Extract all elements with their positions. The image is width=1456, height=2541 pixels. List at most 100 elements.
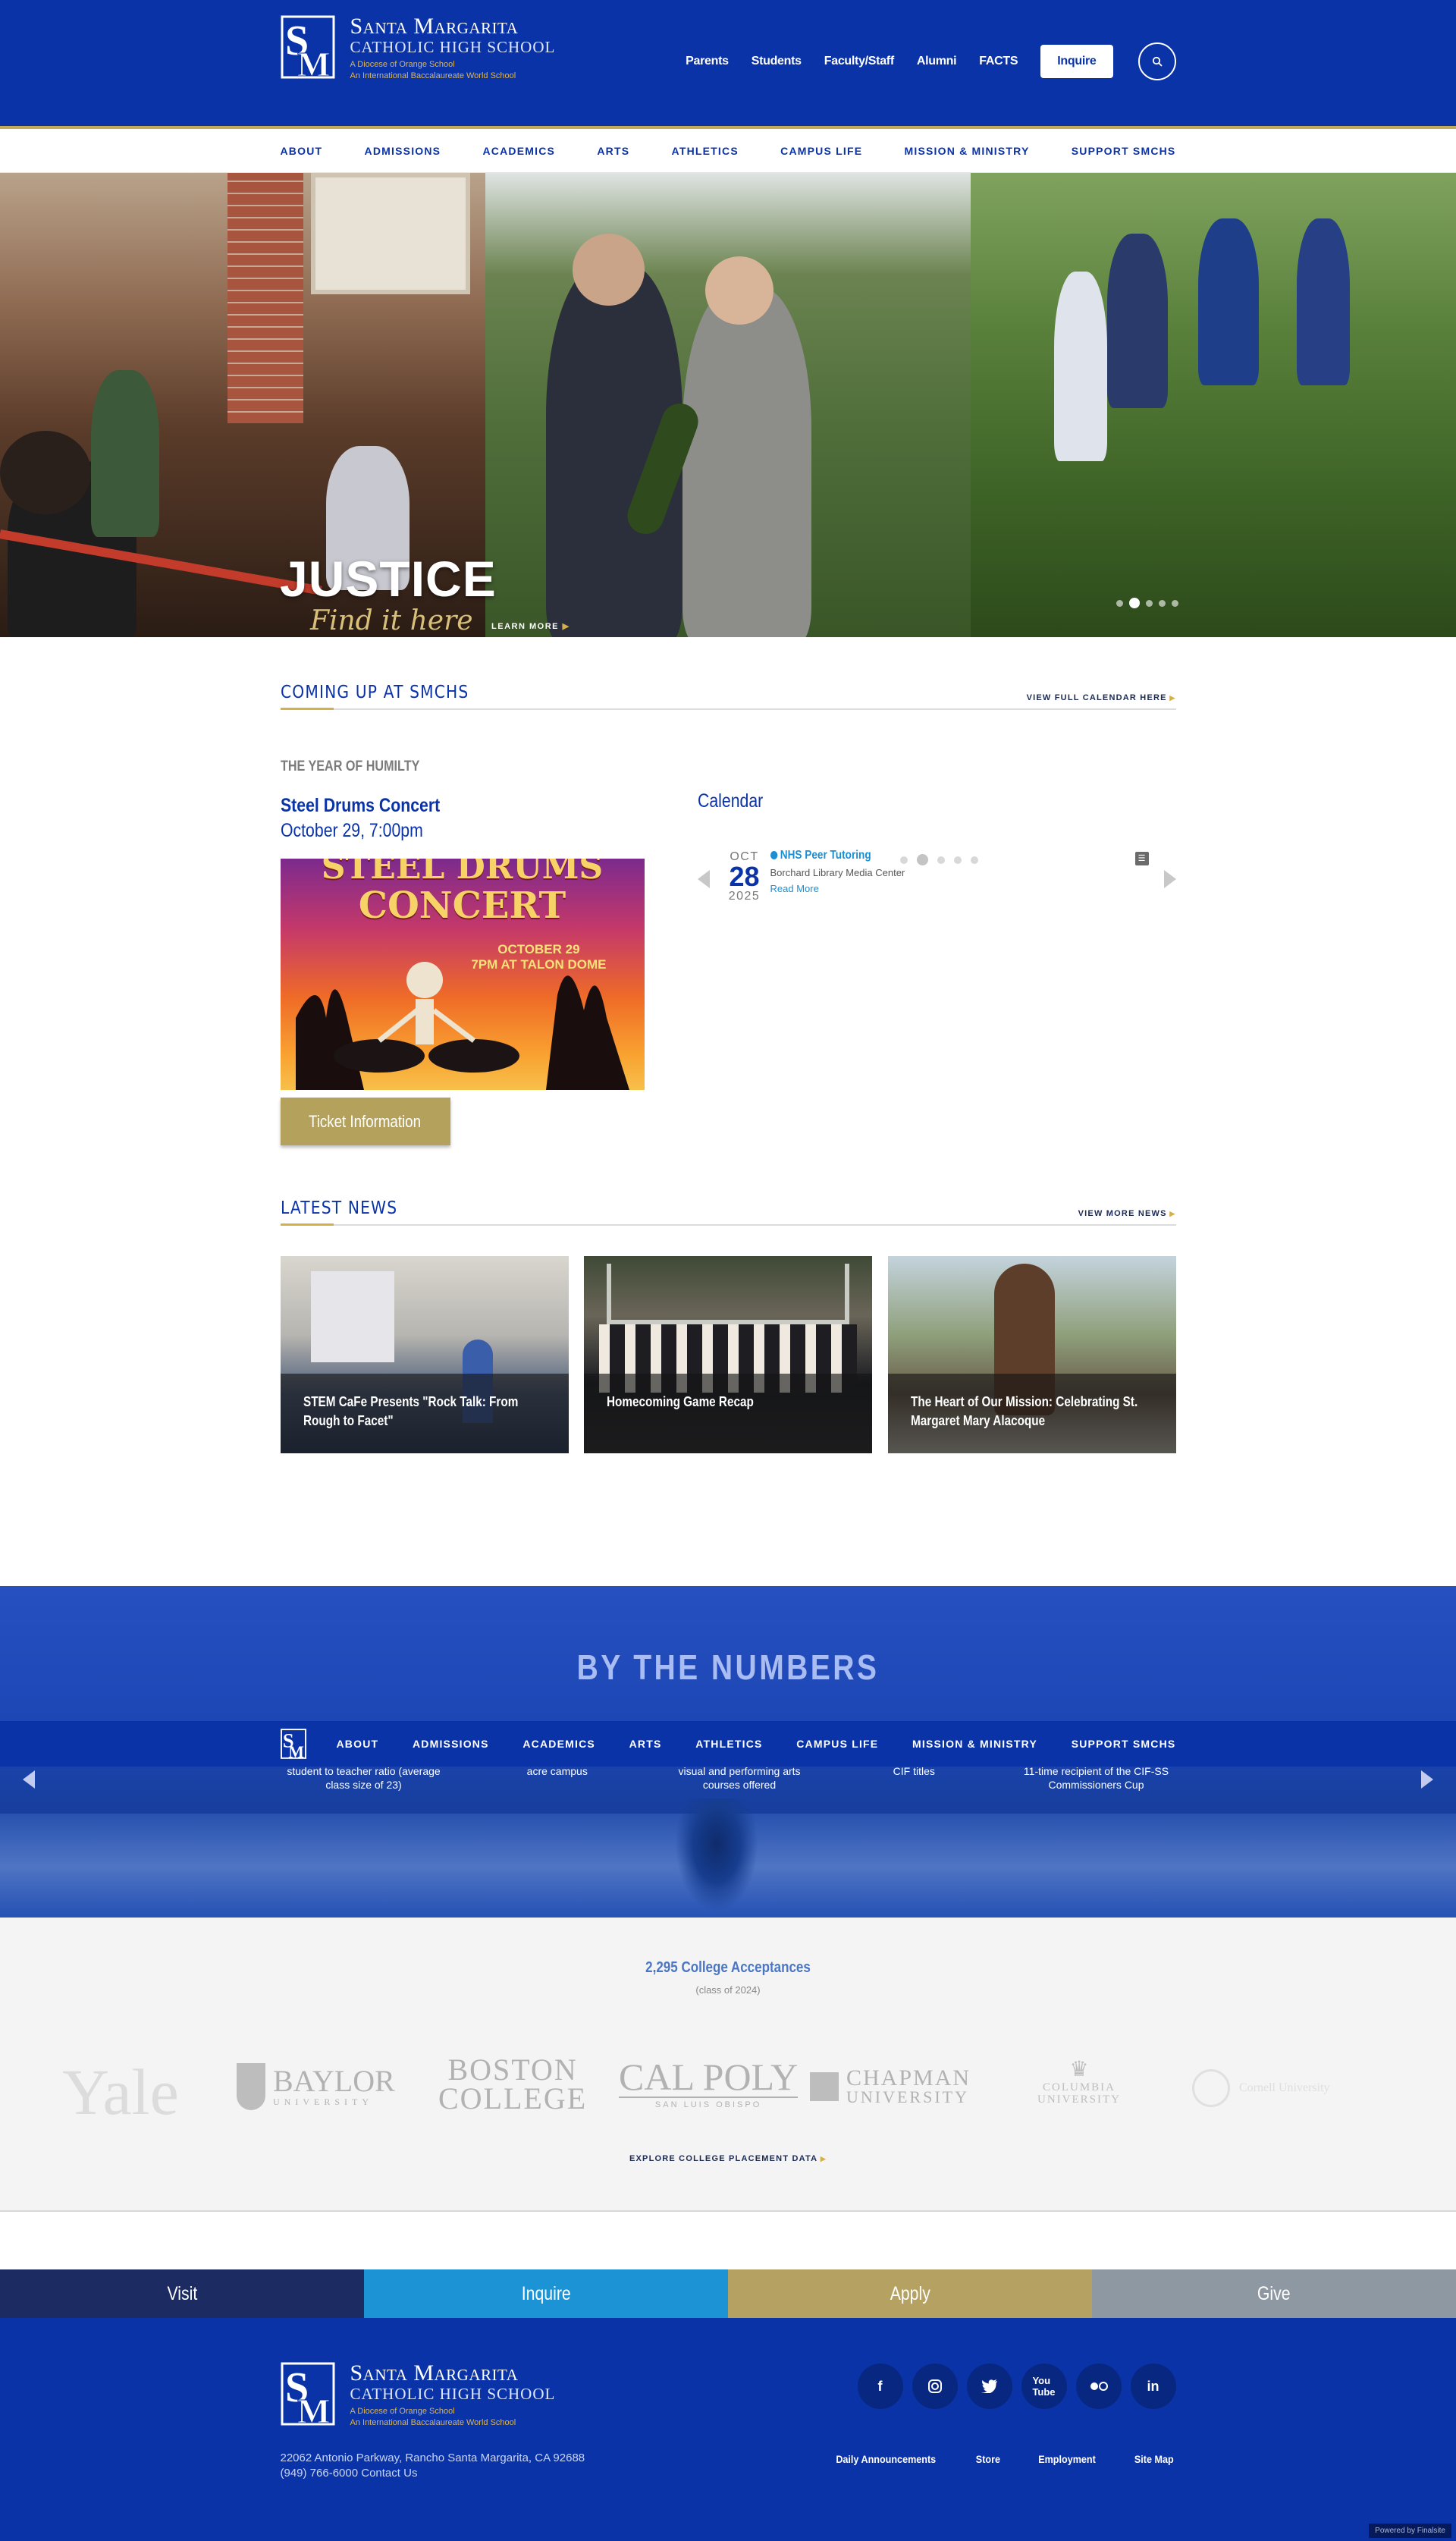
flickr-icon[interactable] — [1075, 2364, 1122, 2409]
event-title[interactable]: Steel Drums Concert — [281, 795, 590, 817]
search-button[interactable] — [1138, 42, 1176, 80]
search-icon — [1152, 56, 1163, 67]
poster-line-2: CONCERT — [358, 884, 566, 927]
apply-label: Apply — [890, 2282, 930, 2304]
nav-item-academics[interactable]: ACADEMICS — [483, 145, 556, 157]
utility-link-alumni[interactable]: Alumni — [917, 55, 957, 68]
nav-item-arts[interactable]: ARTS — [597, 145, 629, 157]
utility-link-facts[interactable]: FACTS — [979, 55, 1018, 68]
twitter-icon[interactable] — [966, 2364, 1012, 2409]
footer-logo-tagline-2: An International Baccalaureate World Sch… — [350, 2418, 516, 2427]
sm-monogram-icon: S M — [281, 15, 334, 79]
calendar-read-more-link[interactable]: Read More — [770, 883, 905, 894]
utility-link-faculty-staff[interactable]: Faculty/Staff — [824, 55, 894, 68]
nav-item-mission-ministry[interactable]: MISSION & MINISTRY — [905, 145, 1030, 157]
news-card[interactable]: The Heart of Our Mission: Celebrating St… — [887, 1256, 1176, 1453]
ticket-button-label: Ticket Information — [309, 1111, 422, 1131]
site-footer: S M Santa Margarita Catholic High School… — [0, 2318, 1456, 2541]
college-acceptances-title: 2,295 College Acceptances — [645, 1959, 811, 1976]
latest-news-title: LATEST NEWS — [280, 1198, 397, 1218]
sticky-nav-item-mission-ministry[interactable]: MISSION & MINISTRY — [912, 1738, 1037, 1750]
hero-slide-dot[interactable] — [1116, 599, 1123, 607]
nav-item-admissions[interactable]: ADMISSIONS — [365, 145, 441, 157]
college-acceptances-section: 2,295 College Acceptances (class of 2024… — [0, 1918, 1456, 2212]
sticky-nav-item-admissions[interactable]: ADMISSIONS — [413, 1738, 489, 1750]
ticket-information-button[interactable]: Ticket Information — [280, 1098, 450, 1145]
view-more-news-link[interactable]: VIEW MORE NEWS — [1078, 1209, 1176, 1218]
hero-slide-dot[interactable] — [1129, 598, 1140, 608]
calendar-page-dot[interactable] — [899, 856, 908, 864]
calendar-page-dot[interactable] — [916, 854, 928, 865]
svg-text:M: M — [288, 1743, 304, 1759]
boston-line-1: BOSTON — [447, 2053, 578, 2087]
calendar-date-block: OCT 28 2025 — [723, 850, 766, 903]
sticky-nav-item-campus-life[interactable]: CAMPUS LIFE — [796, 1738, 878, 1750]
sticky-nav-item-arts[interactable]: ARTS — [629, 1738, 662, 1750]
visit-button[interactable]: Visit — [0, 2269, 364, 2318]
calendar-page-dot[interactable] — [937, 856, 945, 864]
facebook-icon[interactable]: f — [857, 2364, 903, 2409]
calendar-next-arrow-icon[interactable] — [1163, 870, 1176, 888]
address-line: 22062 Antonio Parkway, Rancho Santa Marg… — [280, 2451, 585, 2464]
footer-link-daily-announcements[interactable]: Daily Announcements — [836, 2453, 936, 2465]
give-button[interactable]: Give — [1092, 2269, 1456, 2318]
footer-links: Daily Announcements Store Employment Sit… — [797, 2453, 1176, 2465]
nav-item-about[interactable]: ABOUT — [281, 145, 323, 157]
baylor-name: BAYLOR — [273, 2063, 395, 2098]
footer-address: 22062 Antonio Parkway, Rancho Santa Marg… — [281, 2451, 585, 2481]
linkedin-icon[interactable]: in — [1130, 2364, 1176, 2409]
calendar-page-dot[interactable] — [953, 856, 962, 864]
youtube-icon[interactable]: You Tube — [1021, 2364, 1067, 2409]
footer-logo-name: Santa Margarita — [350, 2360, 519, 2386]
footer-link-employment[interactable]: Employment — [1038, 2453, 1096, 2465]
school-logo[interactable]: S M Santa Margarita Catholic High School… — [281, 15, 556, 82]
utility-link-students[interactable]: Students — [752, 55, 802, 68]
news-card[interactable]: Homecoming Game Recap — [584, 1256, 872, 1453]
calendar-event-title[interactable]: NHS Peer Tutoring — [770, 849, 885, 862]
nav-item-support[interactable]: SUPPORT SMCHS — [1072, 145, 1176, 157]
sm-monogram-icon[interactable]: S M — [280, 1729, 306, 1759]
by-the-numbers-title: BY THE NUMBERS — [576, 1647, 880, 1687]
surfer-image — [675, 1798, 758, 1912]
college-placement-link[interactable]: EXPLORE COLLEGE PLACEMENT DATA — [0, 2154, 1456, 2163]
latest-news-header: LATEST NEWS VIEW MORE NEWS — [280, 1198, 1176, 1226]
powered-by-finalsite-badge[interactable]: Powered by Finalsite — [1369, 2524, 1451, 2538]
view-calendar-link[interactable]: VIEW FULL CALENDAR HERE — [1027, 693, 1176, 702]
apply-button[interactable]: Apply — [728, 2269, 1092, 2318]
hero-slide-dot[interactable] — [1146, 599, 1153, 607]
calendar-prev-arrow-icon[interactable] — [697, 870, 710, 888]
utility-link-parents[interactable]: Parents — [686, 55, 729, 68]
inquire-cta-button[interactable]: Inquire — [364, 2269, 728, 2318]
instagram-icon[interactable] — [912, 2364, 958, 2409]
nav-item-athletics[interactable]: ATHLETICS — [672, 145, 739, 157]
news-card[interactable]: STEM CaFe Presents "Rock Talk: From Roug… — [280, 1256, 569, 1453]
featured-event: THE YEAR OF HUMILTY Steel Drums Concert … — [280, 759, 645, 1145]
hero-learn-more-link[interactable]: LEARN MORE ▶ — [491, 621, 570, 631]
footer-logo-subtitle: Catholic High School — [350, 2385, 556, 2403]
logo-tagline-2: An International Baccalaureate World Sch… — [350, 71, 516, 80]
news-caption: STEM CaFe Presents "Rock Talk: From Roug… — [303, 1394, 518, 1428]
yale-logo: Yale — [62, 2056, 179, 2128]
calendar-page-dot[interactable] — [970, 856, 978, 864]
hero-slide-dot[interactable] — [1172, 599, 1178, 607]
inquire-button[interactable]: Inquire — [1040, 45, 1113, 78]
sticky-nav-item-about[interactable]: ABOUT — [337, 1738, 379, 1750]
columbia-sub: UNIVERSITY — [1037, 2093, 1121, 2106]
event-poster-image[interactable]: STEEL DRUMS CONCERT OCTOBER 29 7PM AT TA… — [280, 859, 645, 1090]
sticky-nav-item-support[interactable]: SUPPORT SMCHS — [1072, 1738, 1176, 1750]
footer-link-store[interactable]: Store — [976, 2453, 1000, 2465]
sm-monogram-icon: S M — [281, 2362, 334, 2426]
college-acceptances-subtitle: (class of 2024) — [695, 1984, 761, 1996]
footer-link-site-map[interactable]: Site Map — [1134, 2453, 1174, 2465]
cal-poly-logo: CAL POLY SAN LUIS OBISPO — [619, 2057, 799, 2109]
inquire-label: Inquire — [521, 2282, 571, 2304]
nav-item-campus-life[interactable]: CAMPUS LIFE — [780, 145, 862, 157]
latest-news-section: LATEST NEWS VIEW MORE NEWS STEM CaFe Pre… — [0, 1145, 1456, 1453]
sticky-nav-item-athletics[interactable]: ATHLETICS — [695, 1738, 762, 1750]
rss-icon[interactable]: ☰ — [1134, 852, 1149, 865]
sticky-nav-item-academics[interactable]: ACADEMICS — [522, 1738, 595, 1750]
hero-slide-dot[interactable] — [1159, 599, 1166, 607]
chapman-logo: CHAPMAN UNIVERSITY — [810, 2067, 971, 2106]
phone-contact-line[interactable]: (949) 766-6000 Contact Us — [281, 2466, 585, 2481]
footer-logo[interactable]: S M Santa Margarita Catholic High School… — [281, 2362, 556, 2429]
